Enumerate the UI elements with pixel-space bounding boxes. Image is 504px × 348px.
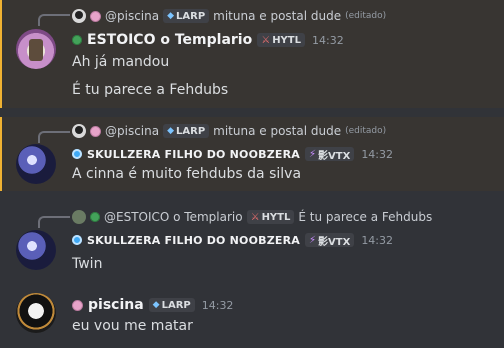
server-tag[interactable]: ⚔ HYTL: [246, 210, 295, 224]
reply-connector: [38, 14, 70, 26]
status-dot: [90, 212, 100, 222]
status-dot: [90, 125, 101, 137]
reply-author[interactable]: @piscina: [105, 9, 159, 23]
timestamp: 14:32: [312, 33, 344, 47]
avatar[interactable]: [16, 293, 56, 333]
timestamp: 14:32: [361, 147, 394, 161]
sword-icon: ⚔: [250, 211, 260, 223]
reply-author[interactable]: @ESTOICO o Templario: [104, 210, 243, 224]
message-text: É tu parece a Fehdubs: [72, 82, 229, 98]
server-tag[interactable]: ◆ LARP: [163, 124, 210, 138]
reply-connector: [38, 216, 70, 228]
message-header: piscina ◆ LARP 14:32: [72, 297, 233, 313]
status-dot: [90, 10, 101, 22]
message-group-3: @ESTOICO o Templario ⚔ HYTL É tu parece a…: [0, 203, 504, 277]
message-text: A cinna é muito fehdubs da silva: [72, 166, 302, 182]
author-name[interactable]: piscina: [88, 297, 144, 313]
status-dot: [72, 235, 82, 245]
message-group-4: piscina ◆ LARP 14:32 eu vou me matar: [0, 288, 504, 344]
reply-text: mituna e postal dude: [213, 9, 342, 23]
server-tag[interactable]: ⚡ 影VTX: [305, 147, 355, 162]
reply-preview[interactable]: @piscina ◆ LARP mituna e postal dude (edi…: [72, 122, 386, 140]
reply-text: É tu parece a Fehdubs: [298, 210, 433, 224]
status-dot: [72, 299, 83, 311]
avatar[interactable]: [16, 29, 56, 69]
reply-connector: [38, 131, 70, 143]
status-dot: [72, 35, 82, 45]
avatar[interactable]: [16, 144, 56, 184]
message-text: Twin: [72, 256, 103, 272]
server-tag[interactable]: ◆ LARP: [163, 9, 210, 23]
message-header: SKULLZERA FILHO DO NOOBZERA ⚡ 影VTX 14:32: [72, 147, 394, 162]
author-name[interactable]: SKULLZERA FILHO DO NOOBZERA: [87, 234, 300, 247]
sword-icon: ⚔: [261, 34, 271, 46]
lightning-icon: ⚡: [309, 234, 317, 246]
reply-text: mituna e postal dude: [213, 124, 342, 138]
message-header: SKULLZERA FILHO DO NOOBZERA ⚡ 影VTX 14:32: [72, 233, 394, 248]
message-text: Ah já mandou: [72, 54, 170, 70]
server-tag[interactable]: ⚡ 影VTX: [305, 233, 355, 248]
gem-icon: ◆: [167, 11, 175, 21]
timestamp: 14:32: [361, 233, 394, 247]
message-group-2: @piscina ◆ LARP mituna e postal dude (edi…: [0, 117, 504, 191]
gem-icon: ◆: [152, 300, 160, 310]
author-name[interactable]: ESTOICO o Templario: [87, 32, 252, 48]
reply-author[interactable]: @piscina: [105, 124, 159, 138]
gem-icon: ◆: [167, 126, 175, 136]
status-dot: [72, 149, 82, 159]
server-tag[interactable]: ⚔ HYTL: [257, 33, 305, 47]
message-header: ESTOICO o Templario ⚔ HYTL 14:32: [72, 32, 344, 48]
edited-label: (editado): [345, 11, 387, 21]
lightning-icon: ⚡: [309, 148, 317, 160]
timestamp: 14:32: [201, 298, 234, 312]
reply-preview[interactable]: @piscina ◆ LARP mituna e postal dude (edi…: [72, 7, 386, 25]
reply-preview[interactable]: @ESTOICO o Templario ⚔ HYTL É tu parece a…: [72, 208, 432, 226]
reply-avatar: [72, 9, 86, 23]
reply-avatar: [72, 210, 86, 224]
avatar[interactable]: [16, 230, 56, 270]
server-tag[interactable]: ◆ LARP: [148, 298, 195, 312]
edited-label: (editado): [345, 126, 387, 136]
reply-avatar: [72, 124, 86, 138]
message-group-1: @piscina ◆ LARP mituna e postal dude (edi…: [0, 0, 504, 108]
message-text: eu vou me matar: [72, 318, 193, 334]
author-name[interactable]: SKULLZERA FILHO DO NOOBZERA: [87, 148, 300, 161]
